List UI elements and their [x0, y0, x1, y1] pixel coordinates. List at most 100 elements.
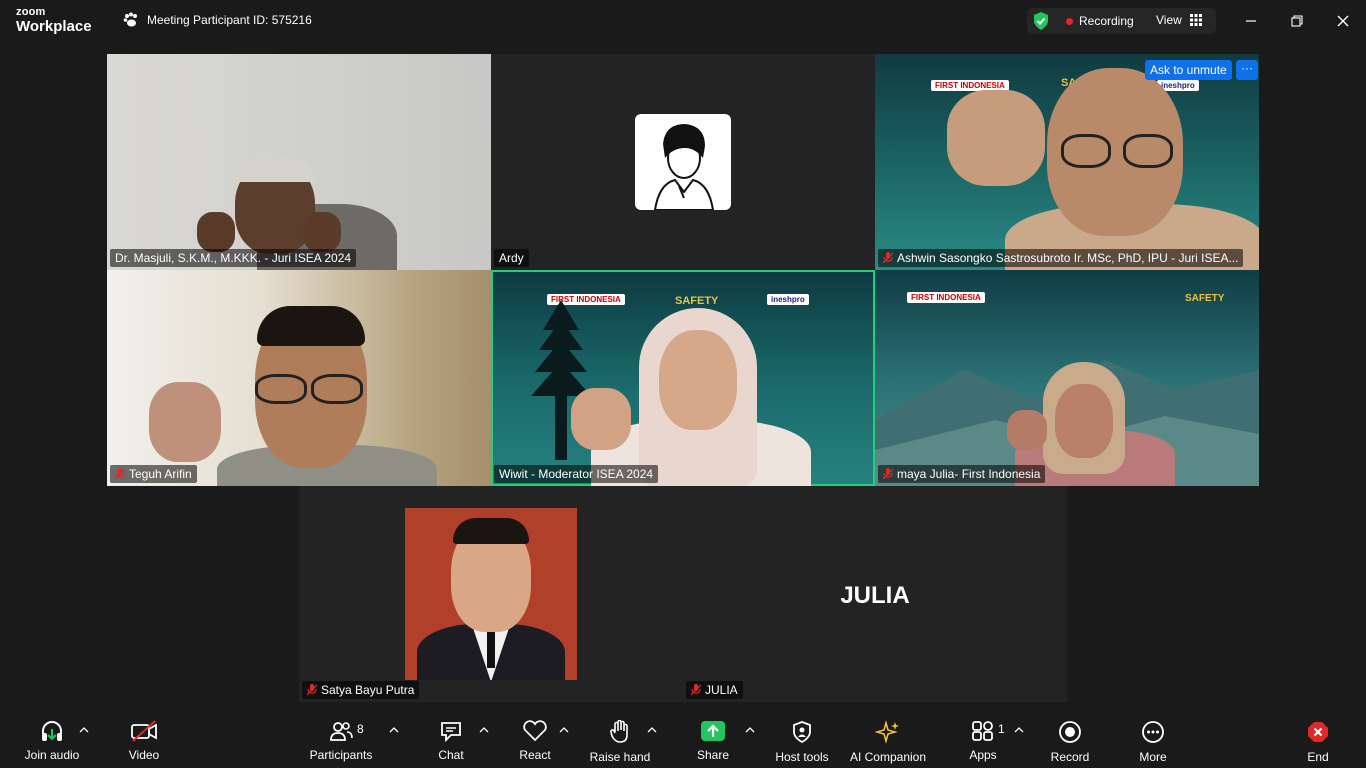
- view-label: View: [1156, 13, 1182, 27]
- heart-icon: [523, 720, 547, 742]
- participant-name-tag: Ashwin Sasongko Sastrosubroto Ir. MSc, P…: [878, 249, 1244, 267]
- meeting-info[interactable]: Meeting Participant ID: 575216: [123, 12, 312, 28]
- logo-line1: zoom: [16, 6, 46, 18]
- participant-name-tag: JULIA: [686, 681, 743, 699]
- participants-button[interactable]: Participants: [306, 708, 376, 768]
- safety-banner: SAFETY: [1185, 293, 1225, 304]
- raise-hand-icon: [610, 720, 628, 743]
- video-label: Video: [128, 748, 160, 762]
- ineshpro-banner: ineshpro: [767, 294, 809, 305]
- headphones-icon: [42, 721, 62, 741]
- react-label: React: [519, 748, 551, 762]
- chat-label: Chat: [438, 748, 464, 762]
- shield-check-icon[interactable]: [1032, 11, 1050, 31]
- video-tile-ashwin[interactable]: FIRST INDONESIA SAFETY ineshpro Ashwin S…: [875, 54, 1259, 270]
- more-button[interactable]: More: [1131, 708, 1175, 768]
- participant-name-tag: Dr. Masjuli, S.K.M., M.KKK. - Juri ISEA …: [110, 249, 357, 267]
- ai-companion-button[interactable]: AI Companion: [848, 708, 928, 768]
- logo-line2: Workplace: [16, 18, 92, 35]
- glasses: [1123, 134, 1173, 168]
- title-bar: zoom Workplace Meeting Participant ID: 5…: [0, 0, 1366, 44]
- chevron-up-icon[interactable]: [389, 726, 399, 734]
- person-hair: [453, 518, 529, 544]
- video-tile-ardy[interactable]: Ardy: [491, 54, 875, 270]
- apps-label: Apps: [969, 748, 997, 762]
- participant-name: Ardy: [499, 251, 524, 265]
- video-tile-wiwit[interactable]: FIRST INDONESIA SAFETY ineshpro Wiwit - …: [491, 270, 875, 486]
- end-meeting-button[interactable]: End: [1298, 708, 1338, 768]
- participant-name-avatar: JULIA: [840, 582, 910, 609]
- record-button[interactable]: Record: [1048, 708, 1092, 768]
- glasses: [311, 374, 363, 404]
- recording-label: Recording: [1079, 14, 1134, 28]
- chat-icon: [441, 722, 461, 742]
- video-tile-teguh[interactable]: Teguh Arifin: [107, 270, 491, 486]
- participant-name-tag: Teguh Arifin: [110, 465, 197, 483]
- restore-icon: [1291, 15, 1303, 27]
- host-shield-icon: [793, 721, 811, 744]
- mic-muted-icon: [883, 468, 893, 480]
- chevron-up-icon[interactable]: [559, 726, 569, 734]
- video-tile-maya[interactable]: FIRST INDONESIA SAFETY maya Julia- First…: [875, 270, 1259, 486]
- person-fist: [1007, 410, 1047, 450]
- react-button[interactable]: React: [514, 708, 556, 768]
- person-fist: [303, 212, 341, 252]
- more-dots-icon: [1142, 721, 1164, 743]
- host-tools-button[interactable]: Host tools: [770, 708, 834, 768]
- video-tile-julia[interactable]: JULIA JULIA: [683, 486, 1067, 702]
- participant-name: Satya Bayu Putra: [321, 683, 415, 697]
- minimize-icon: [1246, 20, 1256, 22]
- raise-hand-button[interactable]: Raise hand: [588, 708, 652, 768]
- chevron-up-icon[interactable]: [79, 726, 89, 734]
- participant-name: Ashwin Sasongko Sastrosubroto Ir. MSc, P…: [897, 251, 1239, 265]
- join-audio-button[interactable]: Join audio: [20, 708, 84, 768]
- tile-more-options-button[interactable]: ···: [1236, 60, 1258, 80]
- participant-name: maya Julia- First Indonesia: [897, 467, 1041, 481]
- participant-name-tag: maya Julia- First Indonesia: [878, 465, 1046, 483]
- restore-button[interactable]: [1285, 10, 1309, 32]
- person-hair: [235, 158, 315, 182]
- video-tile-satya[interactable]: Satya Bayu Putra: [299, 486, 683, 702]
- paw-icon: [123, 12, 137, 27]
- zoom-logo: zoom Workplace: [16, 6, 92, 35]
- participant-photo: [405, 508, 577, 680]
- mic-muted-icon: [691, 684, 701, 696]
- video-tile-masjuli[interactable]: Dr. Masjuli, S.K.M., M.KKK. - Juri ISEA …: [107, 54, 491, 270]
- view-button[interactable]: View: [1156, 13, 1202, 27]
- chevron-up-icon[interactable]: [1014, 726, 1024, 734]
- more-label: More: [1139, 750, 1167, 764]
- first-indonesia-banner: FIRST INDONESIA: [907, 292, 985, 303]
- chevron-up-icon[interactable]: [479, 726, 489, 734]
- mic-muted-icon: [883, 252, 893, 264]
- person-hair: [257, 306, 365, 346]
- recording-indicator[interactable]: Recording: [1066, 14, 1134, 28]
- participants-icon: [330, 722, 353, 741]
- share-button[interactable]: Share: [692, 708, 734, 768]
- chevron-up-icon[interactable]: [745, 726, 755, 734]
- video-off-icon: [131, 720, 157, 742]
- ask-to-unmute-button[interactable]: Ask to unmute: [1145, 60, 1232, 80]
- participant-name: Teguh Arifin: [129, 467, 192, 481]
- person-fist: [197, 212, 235, 252]
- participant-name-tag: Wiwit - Moderator ISEA 2024: [494, 465, 659, 483]
- meeting-id-text: Meeting Participant ID: 575216: [147, 13, 312, 27]
- person-head: [659, 330, 737, 430]
- apps-icon: [972, 721, 993, 741]
- apps-button[interactable]: Apps: [966, 708, 1000, 768]
- participant-name: JULIA: [705, 683, 738, 697]
- meeting-toolbar: Join audio Video Participants 8 Chat Rea…: [0, 708, 1366, 768]
- sketch-portrait-icon: [653, 124, 715, 210]
- safety-banner: SAFETY: [675, 295, 719, 307]
- close-button[interactable]: [1331, 10, 1355, 32]
- recording-dot-icon: [1066, 17, 1073, 25]
- end-call-icon: [1308, 722, 1328, 742]
- chevron-up-icon[interactable]: [647, 726, 657, 734]
- video-button[interactable]: Video: [114, 708, 174, 768]
- close-icon: [1337, 15, 1349, 27]
- share-screen-icon: [701, 721, 725, 741]
- minimize-button[interactable]: [1239, 10, 1263, 32]
- chat-button[interactable]: Chat: [430, 708, 472, 768]
- record-icon: [1059, 721, 1081, 743]
- person-fist: [149, 382, 221, 462]
- participant-name-tag: Ardy: [494, 249, 529, 267]
